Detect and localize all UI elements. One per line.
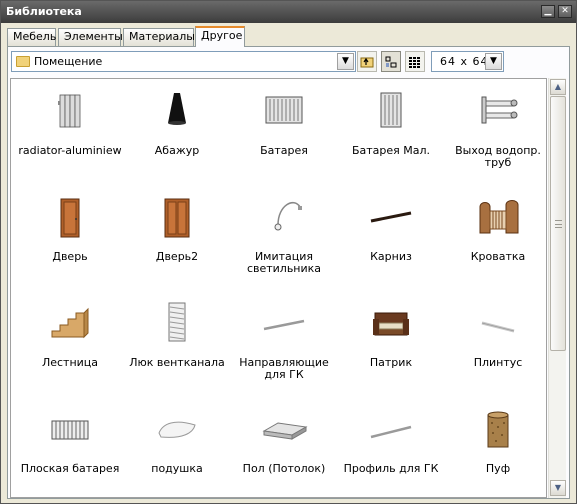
double-door-icon — [164, 198, 190, 238]
radiator-icon — [58, 94, 81, 128]
chevron-down-icon[interactable]: ▼ — [337, 53, 354, 70]
vent-grille-icon — [168, 302, 186, 342]
library-item[interactable]: radiator-aluminiew — [15, 79, 125, 185]
library-item[interactable]: Профиль для ГК — [336, 397, 446, 497]
item-label: Батарея Мал. — [351, 144, 431, 157]
crib-icon — [479, 200, 519, 234]
minimize-icon[interactable]: ▁ — [541, 5, 555, 18]
item-label: Имитация светильника — [246, 250, 322, 275]
library-item[interactable]: Дверь2 — [122, 185, 232, 291]
library-item[interactable]: Имитация светильника — [229, 185, 339, 291]
library-item[interactable]: Плоская батарея — [15, 397, 125, 497]
item-label: Плинтус — [473, 356, 523, 369]
radiator-icon — [380, 92, 402, 128]
item-label: Пуф — [485, 462, 511, 475]
library-item[interactable]: Лестница — [15, 291, 125, 397]
library-grid: radiator-aluminiew Абажур Батарея Батаре… — [10, 78, 547, 498]
window-title: Библиотека — [6, 5, 82, 18]
tab-furniture[interactable]: Мебель — [7, 28, 56, 46]
item-label: Карниз — [370, 250, 412, 263]
stairs-icon — [51, 307, 89, 339]
profile-icon — [370, 425, 412, 439]
item-label: Батарея — [260, 144, 308, 157]
item-label: Профиль для ГК — [343, 462, 439, 475]
item-label: Кроватка — [470, 250, 526, 263]
scroll-down-icon[interactable]: ▼ — [550, 480, 566, 496]
scroll-thumb[interactable] — [550, 96, 566, 351]
item-label: Выход водопр. труб — [455, 144, 541, 169]
library-item[interactable]: Карниз — [336, 185, 446, 291]
item-label: Патрик — [369, 356, 413, 369]
baseboard-icon — [481, 321, 515, 333]
lamp-icon — [274, 202, 302, 231]
library-item[interactable]: Патрик — [336, 291, 446, 397]
library-item[interactable]: Плинтус — [443, 291, 546, 397]
library-item[interactable]: Пуф — [443, 397, 546, 497]
library-item[interactable]: Пол (Потолок) — [229, 397, 339, 497]
tab-other[interactable]: Другое — [195, 26, 245, 47]
folder-icon — [16, 56, 30, 67]
scroll-up-icon[interactable]: ▲ — [550, 79, 566, 95]
floor-slab-icon — [262, 422, 308, 440]
library-item[interactable]: Люк вентканала — [122, 291, 232, 397]
library-window: Библиотека ▁ ✕ Мебель Элементы Материалы… — [0, 0, 577, 504]
folder-up-icon — [360, 57, 374, 68]
item-label: Абажур — [154, 144, 200, 157]
library-item[interactable]: подушка — [122, 397, 232, 497]
door-icon — [60, 198, 80, 238]
tab-elements[interactable]: Элементы — [58, 28, 123, 46]
vertical-scrollbar[interactable]: ▲ ▼ — [548, 78, 566, 498]
item-label: Лестница — [41, 356, 99, 369]
pillow-icon — [158, 421, 196, 438]
grid-view-button[interactable] — [405, 51, 425, 72]
item-label: Пол (Потолок) — [242, 462, 326, 475]
item-label: подушка — [151, 462, 203, 475]
library-item[interactable]: Выход водопр. труб — [443, 79, 546, 185]
library-item[interactable]: Батарея Мал. — [336, 79, 446, 185]
icon-size-value: 64 x 64 — [440, 55, 489, 68]
item-label: Направляющие для ГК — [239, 356, 329, 381]
pipes-icon — [481, 96, 518, 124]
library-item[interactable]: Абажур — [122, 79, 232, 185]
item-label: radiator-aluminiew — [18, 144, 122, 157]
tab-materials[interactable]: Материалы — [123, 28, 195, 46]
pouf-icon — [487, 411, 509, 448]
item-label: Плоская батарея — [20, 462, 120, 475]
item-label: Дверь2 — [155, 250, 199, 263]
title-bar: Библиотека ▁ ✕ — [1, 1, 576, 23]
library-item[interactable]: Направляющие для ГК — [229, 291, 339, 397]
library-item[interactable]: Дверь — [15, 185, 125, 291]
rail-icon — [263, 319, 305, 331]
list-view-button[interactable] — [381, 51, 401, 72]
lampshade-icon — [168, 93, 186, 125]
item-label: Дверь — [52, 250, 88, 263]
category-value: Помещение — [34, 55, 103, 68]
flat-radiator-icon — [51, 420, 89, 440]
list-view-icon — [385, 56, 397, 68]
cornice-icon — [370, 211, 412, 223]
grip-icon — [555, 220, 562, 228]
grid-view-icon — [409, 57, 420, 68]
close-icon[interactable]: ✕ — [558, 5, 572, 18]
tab-panel: Помещение ▼ 64 x 64 ▼ radiator-aluminiew… — [7, 46, 570, 499]
chevron-down-icon[interactable]: ▼ — [485, 53, 502, 70]
library-item[interactable]: Кроватка — [443, 185, 546, 291]
radiator-icon — [265, 96, 303, 124]
armchair-icon — [373, 312, 409, 336]
library-item[interactable]: Батарея — [229, 79, 339, 185]
category-select[interactable]: Помещение ▼ — [11, 51, 356, 72]
folder-up-button[interactable] — [357, 51, 377, 72]
item-label: Люк вентканала — [129, 356, 225, 369]
icon-size-select[interactable]: 64 x 64 ▼ — [431, 51, 504, 72]
